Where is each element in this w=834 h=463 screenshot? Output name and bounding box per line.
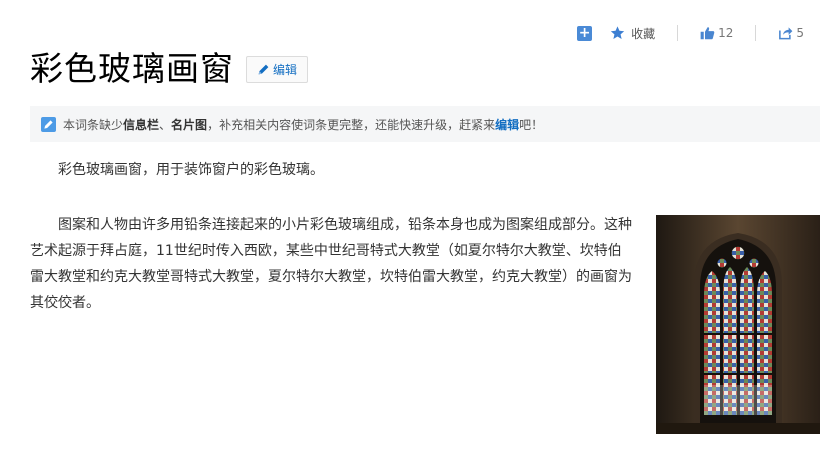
star-icon xyxy=(610,26,625,39)
edit-button-label: 编辑 xyxy=(273,62,298,77)
summary-paragraph: 彩色玻璃画窗，用于装饰窗户的彩色玻璃。 xyxy=(58,162,324,178)
notice-missing-card-image: 名片图 xyxy=(171,117,208,132)
plus-square-icon: + xyxy=(577,24,593,41)
divider xyxy=(755,25,757,41)
body-paragraph: 图案和人物由许多用铅条连接起来的小片彩色玻璃组成，铅条本身也成为图案组成部分。这… xyxy=(30,217,632,311)
page-title: 彩色玻璃画窗 xyxy=(30,49,234,88)
pencil-icon xyxy=(41,116,56,132)
article-toolbar: + 收藏 12 5 xyxy=(577,22,804,44)
add-button[interactable]: + xyxy=(577,24,593,41)
title-row: 彩色玻璃画窗 编辑 xyxy=(30,49,309,89)
notice-prefix: 本词条缺少 xyxy=(63,117,124,132)
notice-separator: 、 xyxy=(159,117,172,132)
favorite-button[interactable]: 收藏 xyxy=(592,25,655,42)
share-icon xyxy=(779,27,793,40)
divider xyxy=(677,25,679,41)
notice-suffix: 吧！ xyxy=(519,117,544,132)
share-count: 5 xyxy=(796,26,804,40)
notice-missing-infobox: 信息栏 xyxy=(123,117,160,132)
favorite-label: 收藏 xyxy=(631,26,656,41)
notice-edit-link[interactable]: 编辑 xyxy=(495,116,519,133)
like-count: 12 xyxy=(718,26,734,40)
notice-middle: ，补充相关内容使词条更完整，还能快速升级，赶紧来 xyxy=(207,117,496,132)
incomplete-entry-notice: 本词条缺少 信息栏 、 名片图 ，补充相关内容使词条更完整，还能快速升级，赶紧来… xyxy=(30,106,820,142)
like-button[interactable]: 12 xyxy=(700,26,733,40)
edit-button[interactable]: 编辑 xyxy=(246,55,309,83)
stained-glass-window-image[interactable] xyxy=(656,215,820,434)
thumbs-up-icon xyxy=(700,27,715,40)
share-button[interactable]: 5 xyxy=(778,26,804,40)
pencil-icon xyxy=(258,64,269,74)
